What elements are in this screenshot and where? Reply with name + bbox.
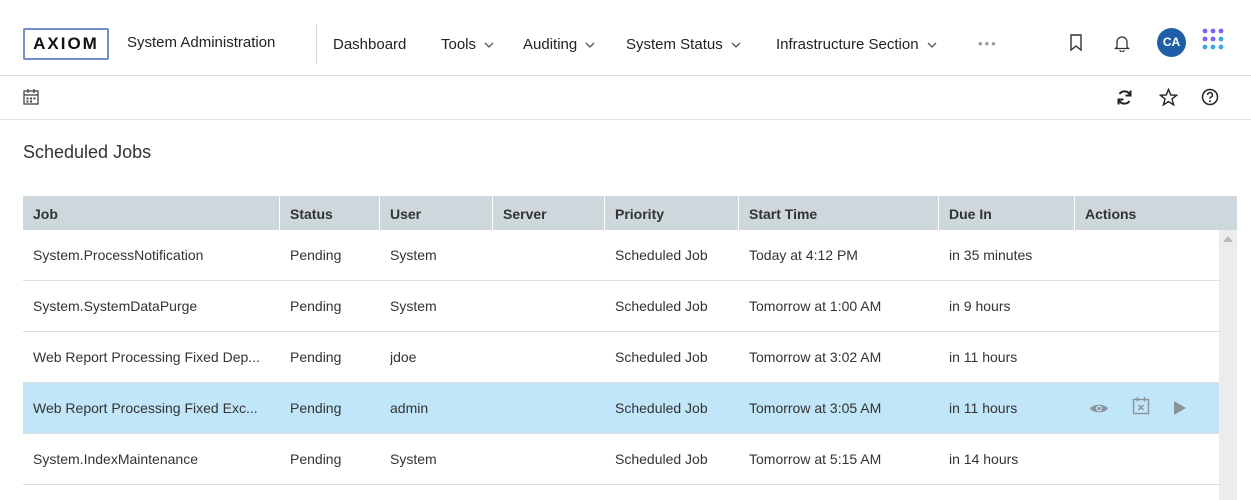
table-row[interactable]: System.SystemDataPurge Pending System Sc… — [23, 281, 1219, 332]
nav-tools[interactable]: Tools — [441, 36, 494, 53]
refresh-icon[interactable] — [1116, 89, 1133, 106]
column-header-start-time[interactable]: Start Time — [749, 206, 817, 222]
nav-infrastructure-label: Infrastructure Section — [776, 36, 919, 53]
column-header-due-in[interactable]: Due In — [949, 206, 992, 222]
scroll-up-arrow-icon[interactable] — [1223, 236, 1233, 242]
nav-system-status[interactable]: System Status — [626, 36, 741, 53]
page-title: Scheduled Jobs — [23, 142, 152, 162]
nav-infrastructure-section[interactable]: Infrastructure Section — [776, 36, 937, 53]
cell-status: Pending — [290, 451, 342, 467]
column-header-job[interactable]: Job — [33, 206, 58, 222]
cell-job: System.IndexMaintenance — [33, 451, 198, 467]
nav-auditing-label: Auditing — [523, 36, 578, 53]
axiom-logo[interactable]: AXIOM — [23, 28, 109, 60]
table-row[interactable]: System.ProcessNotification Pending Syste… — [23, 230, 1219, 281]
column-header-status[interactable]: Status — [290, 206, 333, 222]
column-header-user[interactable]: User — [390, 206, 421, 222]
cell-user: jdoe — [390, 349, 417, 365]
top-navigation-bar: AXIOM System Administration Dashboard To… — [0, 0, 1251, 76]
bell-icon[interactable] — [1114, 34, 1130, 52]
nav-auditing[interactable]: Auditing — [523, 36, 595, 53]
run-icon[interactable] — [1173, 400, 1187, 416]
cancel-schedule-icon[interactable] — [1132, 396, 1150, 415]
chevron-down-icon — [927, 42, 937, 48]
calendar-icon[interactable] — [23, 88, 39, 105]
cell-start-time: Tomorrow at 1:00 AM — [749, 298, 882, 314]
column-header-priority[interactable]: Priority — [615, 206, 664, 222]
nav-dashboard-label: Dashboard — [333, 36, 407, 53]
table-header: Job Status User Server Priority Start Ti… — [23, 196, 1237, 230]
chevron-down-icon — [731, 42, 741, 48]
cell-start-time: Today at 4:12 PM — [749, 247, 858, 263]
cell-due-in: in 9 hours — [949, 298, 1011, 314]
cell-start-time: Tomorrow at 3:02 AM — [749, 349, 882, 365]
column-divider — [492, 196, 493, 230]
table-row-selected[interactable]: Web Report Processing Fixed Exc... Pendi… — [23, 383, 1219, 434]
column-divider — [938, 196, 939, 230]
cell-status: Pending — [290, 349, 342, 365]
cell-user: System — [390, 298, 437, 314]
help-icon[interactable] — [1201, 88, 1219, 106]
cell-status: Pending — [290, 298, 342, 314]
app-title[interactable]: System Administration — [127, 34, 275, 51]
cell-due-in: in 14 hours — [949, 451, 1019, 467]
table-row[interactable]: System.IndexMaintenance Pending System S… — [23, 434, 1219, 485]
logo-text: AXIOM — [33, 34, 99, 53]
cell-priority: Scheduled Job — [615, 298, 708, 314]
chevron-down-icon — [484, 42, 494, 48]
cell-job: System.SystemDataPurge — [33, 298, 198, 314]
cell-user: System — [390, 451, 437, 467]
secondary-toolbar — [0, 76, 1251, 120]
more-menu-button[interactable]: ••• — [978, 36, 998, 51]
nav-tools-label: Tools — [441, 36, 477, 53]
column-divider — [1074, 196, 1075, 230]
cell-priority: Scheduled Job — [615, 349, 708, 365]
cell-job: Web Report Processing Fixed Exc... — [33, 400, 258, 416]
cell-start-time: Tomorrow at 5:15 AM — [749, 451, 882, 467]
user-avatar[interactable]: CA — [1157, 28, 1186, 57]
table-row[interactable]: Web Report Processing Fixed Dep... Pendi… — [23, 332, 1219, 383]
column-divider — [738, 196, 739, 230]
column-header-server[interactable]: Server — [503, 206, 547, 222]
cell-priority: Scheduled Job — [615, 247, 708, 263]
cell-start-time: Tomorrow at 3:05 AM — [749, 400, 882, 416]
cell-job: System.ProcessNotification — [33, 247, 204, 263]
column-divider — [379, 196, 380, 230]
column-header-actions: Actions — [1085, 206, 1137, 222]
chevron-down-icon — [585, 42, 595, 48]
column-divider — [604, 196, 605, 230]
star-icon[interactable] — [1159, 88, 1178, 107]
cell-job: Web Report Processing Fixed Dep... — [33, 349, 260, 365]
cell-due-in: in 11 hours — [949, 400, 1018, 416]
cell-user: admin — [390, 400, 429, 416]
cell-due-in: in 11 hours — [949, 349, 1018, 365]
cell-status: Pending — [290, 247, 342, 263]
nav-system-status-label: System Status — [626, 36, 723, 53]
title-divider — [316, 24, 317, 64]
cell-priority: Scheduled Job — [615, 400, 708, 416]
apps-grid-icon[interactable] — [1201, 27, 1225, 51]
cell-due-in: in 35 minutes — [949, 247, 1033, 263]
vertical-scrollbar[interactable] — [1219, 230, 1237, 500]
cell-priority: Scheduled Job — [615, 451, 708, 467]
bookmark-icon[interactable] — [1069, 34, 1083, 52]
column-divider — [279, 196, 280, 230]
cell-status: Pending — [290, 400, 342, 416]
view-icon[interactable] — [1089, 402, 1109, 415]
cell-user: System — [390, 247, 437, 263]
nav-dashboard[interactable]: Dashboard — [333, 36, 406, 53]
